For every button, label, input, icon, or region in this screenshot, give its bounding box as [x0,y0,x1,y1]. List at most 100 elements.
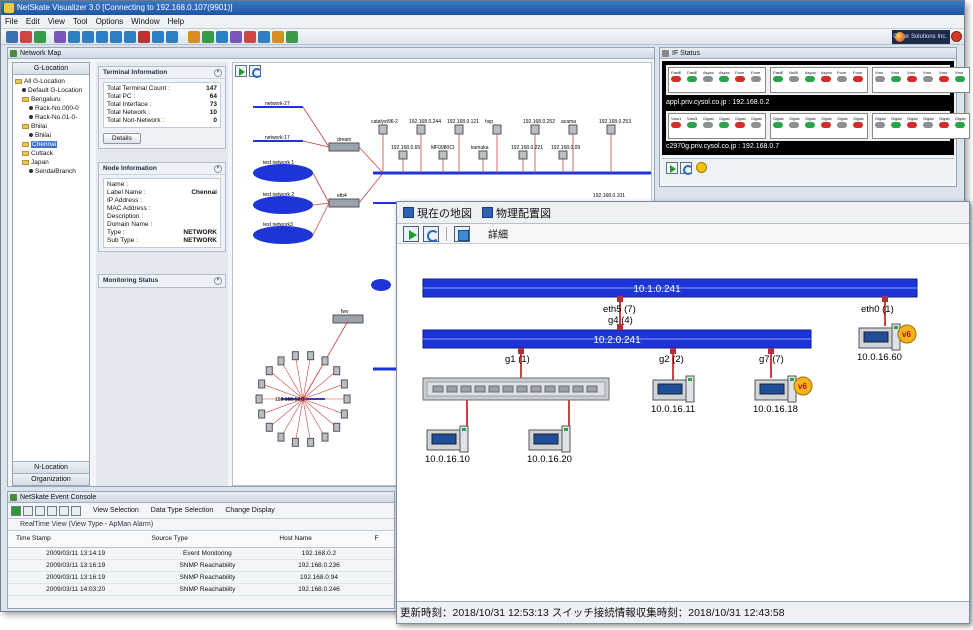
topology-canvas[interactable]: 10.1.0.241 10.2.0.241 eth5 (7) g4 (4) et… [397,244,969,601]
filter-icon[interactable] [47,505,57,516]
port-indicator[interactable] [773,76,783,82]
host-icon[interactable] [343,394,351,404]
tree-item[interactable]: Rack-No.000-0 [15,104,89,113]
menu-help[interactable]: Help [168,17,184,26]
tree-item[interactable]: Default G-Location [15,86,89,95]
host-icon[interactable] [265,422,273,432]
port-indicator[interactable] [939,122,949,128]
host-icon[interactable] [321,356,329,366]
table-row[interactable]: 2009/03/11 14:03:20 SNMP Reachability 192.… [8,583,394,596]
host-icon[interactable] [258,379,266,389]
table-row[interactable]: 2009/03/11 13:16:19 SNMP Reachability 192.… [8,559,394,572]
menu-tool[interactable]: Tool [73,17,88,26]
col-source-type[interactable]: Source Type [143,531,272,548]
tree-item[interactable]: Bhilai [15,122,89,131]
host-icon[interactable] [606,124,616,135]
tab-current-map[interactable]: 現在の地図 [403,205,472,221]
port-indicator[interactable] [805,76,815,82]
port-indicator[interactable] [891,122,901,128]
port-indicator[interactable] [837,76,847,82]
tree-item[interactable]: Rack-No.01-0- [15,113,89,122]
port-indicator[interactable] [955,76,965,82]
host-icon[interactable] [438,150,448,160]
port-indicator[interactable] [687,122,697,128]
host-icon[interactable] [291,351,299,361]
host-icon[interactable] [340,379,348,389]
collapse-icon[interactable]: ^ [214,69,222,77]
host-icon[interactable] [321,432,329,442]
toolbar-icon[interactable] [20,31,32,43]
details-button[interactable]: Details [103,133,141,144]
grid-icon[interactable] [23,505,33,516]
table-row[interactable]: 2009/03/11 13:16:19 SNMP Reachability 192.… [8,571,394,584]
port-indicator[interactable] [703,76,713,82]
port-indicator[interactable] [773,122,783,128]
toolbar-icon[interactable] [188,31,200,43]
view-icon[interactable] [454,225,470,242]
host-node[interactable]: 10.0.16.11 [651,375,695,415]
host-icon[interactable] [530,124,540,135]
port-indicator[interactable] [821,76,831,82]
tab-physical-layout[interactable]: 物理配置図 [482,205,551,221]
view-selection-menu[interactable]: View Selection [93,507,139,514]
host-icon[interactable] [454,124,464,135]
port-indicator[interactable] [853,76,863,82]
port-indicator[interactable] [875,122,885,128]
settings-icon[interactable] [71,505,81,516]
port-indicator[interactable] [821,122,831,128]
toolbar-icon[interactable] [244,31,256,43]
host-icon[interactable] [378,124,388,135]
smiley-icon[interactable] [696,162,707,173]
toolbar-icon[interactable] [230,31,242,43]
tab-n-location[interactable]: N-Location [13,461,89,473]
menu-window[interactable]: Window [131,17,159,26]
refresh-icon[interactable] [680,162,693,175]
toolbar-icon[interactable] [202,31,214,43]
toolbar-icon[interactable] [6,31,18,43]
host-icon[interactable] [333,422,341,432]
port-indicator[interactable] [671,76,681,82]
host-node[interactable]: v6 10.0.16.18 [753,375,813,415]
menu-view[interactable]: View [48,17,65,26]
toolbar-icon[interactable] [166,31,178,43]
port-indicator[interactable] [735,76,745,82]
col-host-name[interactable]: Host Name [271,531,367,548]
toolbar-icon[interactable] [124,31,136,43]
port-indicator[interactable] [671,122,681,128]
host-icon[interactable] [333,366,341,376]
port-indicator[interactable] [719,76,729,82]
port-indicator[interactable] [891,76,901,82]
tree-item[interactable]: All G-Location [15,77,89,86]
toolbar-icon[interactable] [54,31,66,43]
toolbar-icon[interactable] [152,31,164,43]
port-indicator[interactable] [751,76,761,82]
details-label[interactable]: 詳細 [488,226,508,241]
toolbar-icon[interactable] [216,31,228,43]
host-icon[interactable] [478,150,488,160]
host-icon[interactable] [265,366,273,376]
tree-item[interactable]: Chennai [15,140,89,149]
host-icon[interactable] [416,124,426,135]
toolbar-icon[interactable] [286,31,298,43]
host-icon[interactable] [558,150,568,160]
host-icon[interactable] [291,437,299,447]
menu-edit[interactable]: Edit [26,17,40,26]
host-icon[interactable] [307,351,315,361]
toolbar-icon[interactable] [34,31,46,43]
host-node[interactable]: v6 10.0.16.60 [857,323,917,363]
host-icon[interactable] [277,356,285,366]
port-indicator[interactable] [875,76,885,82]
col-f[interactable]: F [366,531,394,548]
port-indicator[interactable] [735,122,745,128]
menu-file[interactable]: File [5,17,18,26]
host-node[interactable]: 10.0.16.20 [527,425,572,465]
toolbar-icon[interactable] [258,31,270,43]
port-indicator[interactable] [703,122,713,128]
toolbar-icon[interactable] [82,31,94,43]
port-indicator[interactable] [805,122,815,128]
col-time-stamp[interactable]: Time Stamp [8,531,144,548]
host-icon[interactable] [258,409,266,419]
host-icon[interactable] [307,437,315,447]
toolbar-icon[interactable] [68,31,80,43]
menu-options[interactable]: Options [96,17,124,26]
